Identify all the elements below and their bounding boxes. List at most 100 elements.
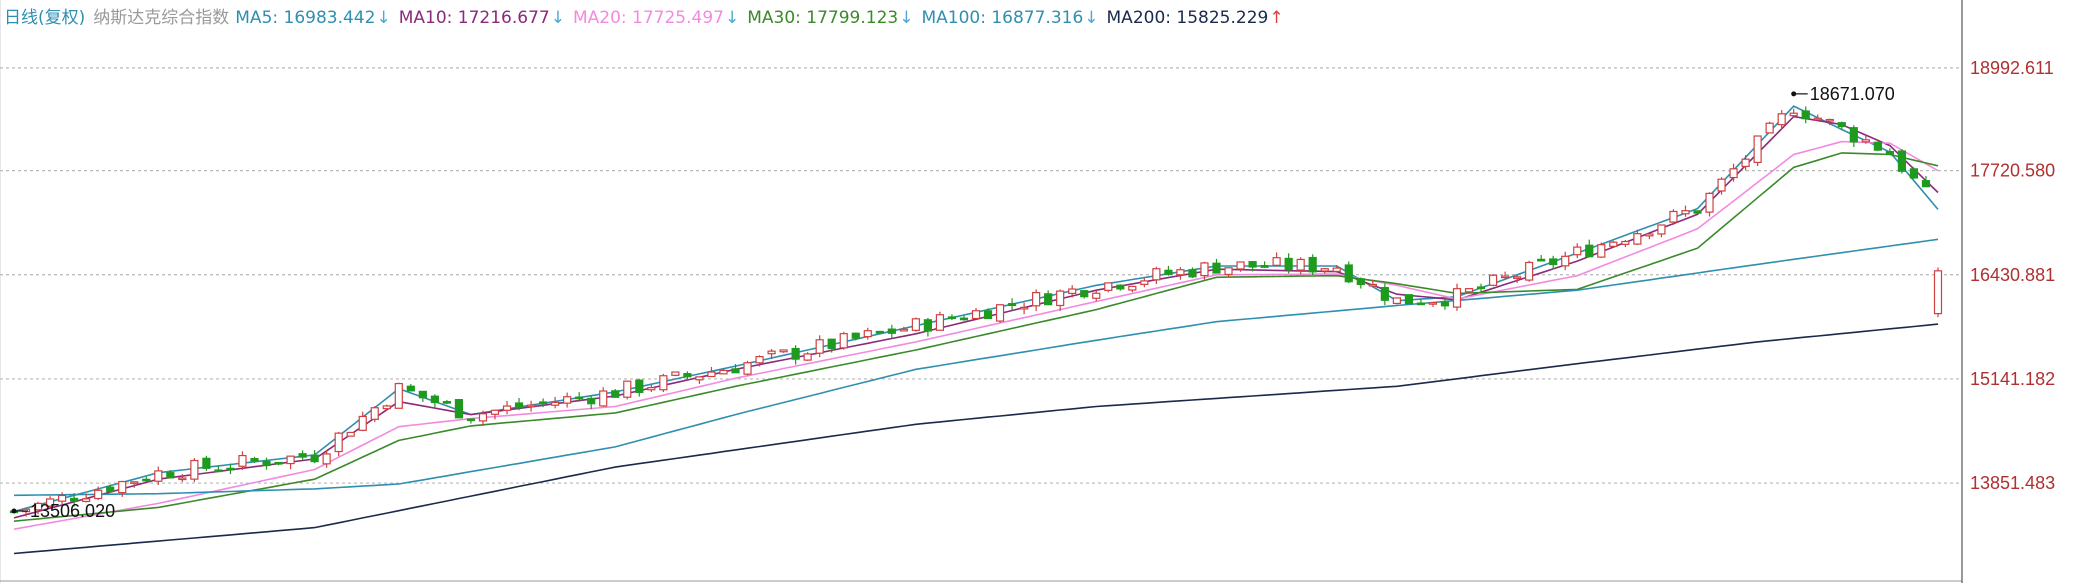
- candle: [1164, 265, 1173, 276]
- candle: [1019, 302, 1029, 315]
- candle: [587, 395, 596, 410]
- candle: [947, 314, 957, 321]
- candle: [1260, 261, 1269, 268]
- candle: [1116, 284, 1125, 291]
- candle: [1320, 268, 1329, 274]
- candle: [1092, 290, 1101, 302]
- grid-lines: [0, 0, 1962, 583]
- candle: [1621, 239, 1630, 248]
- moving-average-lines: [13, 105, 1939, 555]
- ma-line-ma30: [13, 152, 1939, 522]
- candle: [1645, 233, 1654, 240]
- candle: [142, 476, 151, 482]
- candle: [1933, 267, 1943, 318]
- candle: [1681, 205, 1690, 217]
- candle: [1561, 251, 1570, 271]
- candle: [274, 461, 283, 466]
- legend-item-ma200: MA200: 15825.229: [1107, 8, 1269, 28]
- candle: [1849, 125, 1858, 147]
- candle: [1693, 210, 1702, 214]
- candle: [1597, 242, 1606, 258]
- candle: [1032, 289, 1041, 311]
- candle: [1897, 149, 1907, 174]
- candle: [623, 380, 632, 400]
- candle: [1669, 209, 1678, 225]
- candle: [466, 418, 476, 424]
- price-axis: 13851.483 15141.182 16430.881 17720.580 1899…: [1961, 0, 2055, 583]
- candle: [1873, 141, 1882, 152]
- candle: [490, 409, 500, 420]
- candle: [442, 400, 451, 405]
- candle: [1344, 261, 1353, 284]
- candle: [1705, 192, 1714, 217]
- candle: [430, 394, 439, 408]
- candle: [707, 366, 716, 378]
- annotation-label: 13506.020: [30, 501, 115, 521]
- y-tick-label: 13851.483: [1970, 473, 2055, 493]
- candle: [1308, 254, 1317, 276]
- candle: [695, 376, 704, 384]
- legend-ma-items: MA5: 16983.442 ↓ MA10: 17216.677 ↓ MA20: 177…: [235, 8, 1283, 28]
- candle: [1404, 294, 1414, 305]
- candle: [1044, 290, 1053, 306]
- candle: [1272, 252, 1281, 267]
- candle: [154, 466, 163, 485]
- candle: [1080, 289, 1089, 299]
- candle: [1056, 289, 1065, 311]
- candle: [202, 455, 211, 471]
- candle: [635, 378, 644, 397]
- candle: [1356, 277, 1365, 289]
- candle: [1176, 267, 1185, 280]
- legend-item-ma20: MA20: 17725.497: [573, 8, 724, 28]
- candle: [1753, 135, 1762, 166]
- candle: [743, 360, 752, 376]
- candle: [659, 373, 668, 393]
- candle: [1140, 278, 1149, 288]
- candle: [418, 390, 427, 402]
- candle: [611, 389, 620, 398]
- candle: [1488, 273, 1498, 287]
- legend-arrow-ma100: ↓: [1084, 8, 1098, 28]
- candle: [370, 406, 379, 423]
- candle: [1416, 299, 1426, 306]
- candle: [1909, 167, 1919, 179]
- candle: [394, 382, 403, 409]
- candle: [502, 400, 512, 415]
- price-annotations: 18671.070 13506.020: [11, 84, 1895, 521]
- candle: [839, 331, 848, 350]
- candle: [1128, 285, 1137, 293]
- candle: [995, 304, 1005, 323]
- y-tick-label: 16430.881: [1970, 265, 2055, 285]
- candle: [1549, 255, 1558, 270]
- candle: [551, 396, 560, 409]
- ma-line-ma200: [13, 323, 1939, 555]
- candle: [1428, 302, 1438, 307]
- candle: [1657, 224, 1666, 238]
- candle: [1609, 240, 1618, 248]
- candle: [1765, 121, 1774, 134]
- candle: [334, 431, 343, 457]
- candle: [1585, 239, 1594, 258]
- candle: [887, 324, 896, 339]
- chart-legend: 日线(复权) 纳斯达克综合指数 MA5: 16983.442 ↓ MA10: 172…: [4, 8, 1284, 28]
- candle: [454, 399, 464, 419]
- legend-index-name: 纳斯达克综合指数: [93, 8, 229, 28]
- y-tick-label: 15141.182: [1970, 369, 2055, 389]
- candle: [382, 404, 391, 411]
- y-tick-label: 17720.580: [1970, 161, 2055, 181]
- candle: [238, 451, 247, 470]
- candle: [1573, 243, 1582, 259]
- candle: [875, 330, 884, 334]
- candle: [911, 317, 920, 332]
- candle: [1452, 283, 1462, 311]
- legend-period[interactable]: 日线(复权): [4, 8, 85, 28]
- legend-arrow-ma200: ↑: [1269, 8, 1283, 28]
- annotation-label: 18671.070: [1810, 84, 1895, 104]
- annotation-dot: [11, 508, 17, 514]
- y-tick-label: 18992.611: [1970, 58, 2054, 78]
- candle: [1104, 282, 1113, 293]
- candle: [599, 387, 608, 407]
- candle: [1380, 283, 1389, 306]
- candle: [671, 371, 680, 377]
- ma-line-ma20: [13, 140, 1939, 530]
